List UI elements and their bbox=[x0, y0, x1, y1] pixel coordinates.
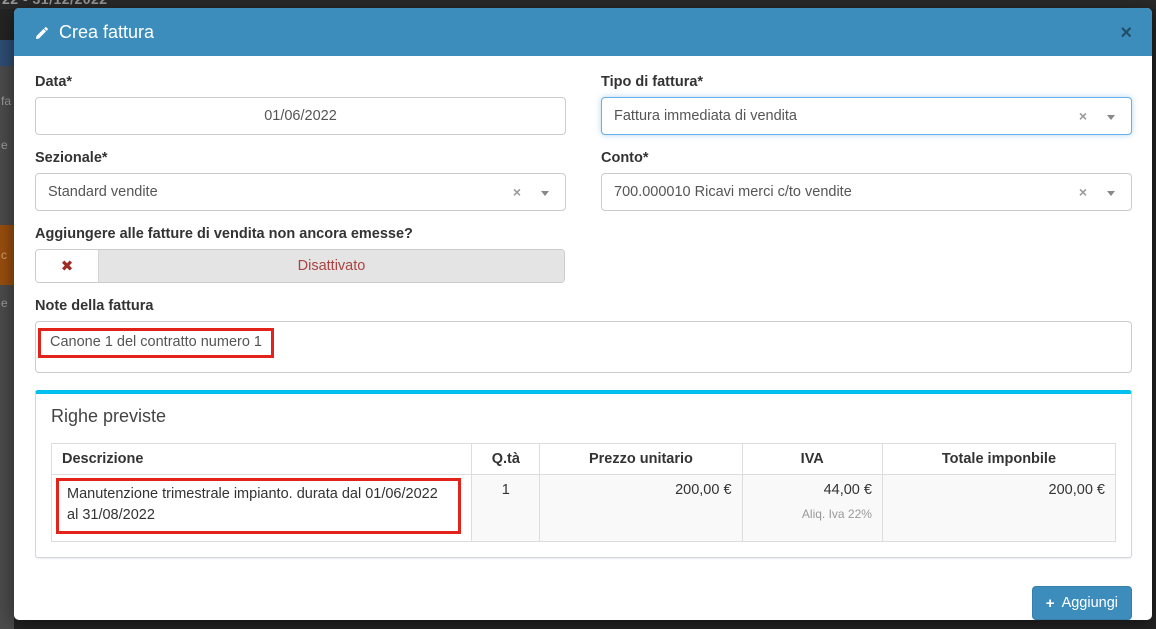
background-text-fragment: e bbox=[1, 296, 8, 310]
form-row-2: Sezionale* Standard vendite × Conto* 700… bbox=[35, 150, 1132, 211]
righe-previste-body: Descrizione Q.tà Prezzo unitario IVA Tot… bbox=[36, 437, 1131, 557]
conto-label: Conto* bbox=[601, 150, 1132, 166]
background-date-range-text: 22 - 31/12/2022 bbox=[2, 0, 108, 7]
tipo-fattura-select[interactable]: Fattura immediata di vendita × bbox=[601, 97, 1132, 135]
background-text-fragment: fa bbox=[1, 94, 11, 108]
note-fattura-textarea[interactable]: Canone 1 del contratto numero 1 bbox=[35, 321, 1132, 373]
modal-title: Crea fattura bbox=[34, 22, 154, 43]
chevron-down-icon bbox=[541, 191, 549, 196]
sezionale-value: Standard vendite bbox=[48, 184, 158, 200]
background-text-fragment: c bbox=[1, 248, 7, 262]
aggiungi-button[interactable]: + Aggiungi bbox=[1032, 586, 1132, 620]
chevron-down-icon bbox=[1107, 115, 1115, 120]
field-data: Data* 01/06/2022 bbox=[35, 74, 566, 135]
form-row-1: Data* 01/06/2022 Tipo di fattura* Fattur… bbox=[35, 74, 1132, 135]
background-page-fragment bbox=[0, 40, 14, 66]
col-header-descrizione: Descrizione bbox=[52, 444, 472, 475]
data-input[interactable]: 01/06/2022 bbox=[35, 97, 566, 135]
tipo-fattura-label: Tipo di fattura* bbox=[601, 74, 1132, 90]
conto-value: 700.000010 Ricavi merci c/to vendite bbox=[614, 184, 852, 200]
col-header-qta: Q.tà bbox=[472, 444, 540, 475]
cell-totale-imponibile: 200,00 € bbox=[882, 475, 1115, 542]
note-fattura-value: Canone 1 del contratto numero 1 bbox=[50, 334, 262, 350]
cell-qta: 1 bbox=[472, 475, 540, 542]
cell-iva: 44,00 € Aliq. Iva 22% bbox=[742, 475, 882, 542]
cell-descrizione: Manutenzione trimestrale impianto. durat… bbox=[52, 475, 472, 542]
data-label: Data* bbox=[35, 74, 566, 90]
clear-selection-icon[interactable]: × bbox=[1079, 98, 1087, 134]
field-note-fattura: Note della fattura Canone 1 del contratt… bbox=[35, 298, 1132, 373]
field-tipo-fattura: Tipo di fattura* Fattura immediata di ve… bbox=[601, 74, 1132, 135]
red-highlight-box: Canone 1 del contratto numero 1 bbox=[38, 328, 274, 358]
table-row: Manutenzione trimestrale impianto. durat… bbox=[52, 475, 1116, 542]
clear-selection-icon[interactable]: × bbox=[513, 174, 521, 210]
righe-previste-title: Righe previste bbox=[36, 394, 1131, 437]
col-header-prezzo-unitario: Prezzo unitario bbox=[540, 444, 742, 475]
toggle-off-x-icon[interactable]: ✖ bbox=[36, 250, 99, 282]
aggiungere-emesse-label: Aggiungere alle fatture di vendita non a… bbox=[35, 226, 1132, 242]
toggle-state-label: Disattivato bbox=[99, 250, 564, 282]
aggiungere-emesse-toggle[interactable]: ✖ Disattivato bbox=[35, 249, 565, 283]
iva-aliquota: Aliq. Iva 22% bbox=[753, 507, 872, 521]
sezionale-label: Sezionale* bbox=[35, 150, 566, 166]
close-icon[interactable]: × bbox=[1118, 23, 1134, 43]
col-header-iva: IVA bbox=[742, 444, 882, 475]
red-highlight-box: Manutenzione trimestrale impianto. durat… bbox=[56, 478, 461, 534]
cell-prezzo-unitario: 200,00 € bbox=[540, 475, 742, 542]
field-sezionale: Sezionale* Standard vendite × bbox=[35, 150, 566, 211]
background-text-fragment: e bbox=[1, 138, 8, 152]
iva-amount: 44,00 € bbox=[753, 482, 872, 498]
crea-fattura-modal: Crea fattura × Data* 01/06/2022 Tipo di … bbox=[14, 8, 1152, 620]
modal-footer: + Aggiungi bbox=[14, 570, 1152, 620]
plus-icon: + bbox=[1046, 596, 1055, 611]
note-fattura-label: Note della fattura bbox=[35, 298, 1132, 314]
righe-previste-panel: Righe previste Descrizione Q.tà Prezzo u… bbox=[35, 390, 1132, 558]
modal-title-text: Crea fattura bbox=[59, 22, 154, 43]
sezionale-select[interactable]: Standard vendite × bbox=[35, 173, 566, 211]
modal-header: Crea fattura × bbox=[14, 8, 1152, 56]
col-header-totale-imponbile: Totale imponbile bbox=[882, 444, 1115, 475]
descrizione-value: Manutenzione trimestrale impianto. durat… bbox=[67, 486, 438, 523]
chevron-down-icon bbox=[1107, 191, 1115, 196]
pencil-icon bbox=[34, 25, 50, 41]
tipo-fattura-value: Fattura immediata di vendita bbox=[614, 108, 797, 124]
aggiungi-button-label: Aggiungi bbox=[1062, 595, 1118, 611]
data-value: 01/06/2022 bbox=[264, 108, 337, 124]
righe-previste-table: Descrizione Q.tà Prezzo unitario IVA Tot… bbox=[51, 443, 1116, 542]
field-aggiungere-emesse: Aggiungere alle fatture di vendita non a… bbox=[35, 226, 1132, 283]
modal-body: Data* 01/06/2022 Tipo di fattura* Fattur… bbox=[14, 56, 1152, 570]
conto-select[interactable]: 700.000010 Ricavi merci c/to vendite × bbox=[601, 173, 1132, 211]
table-header-row: Descrizione Q.tà Prezzo unitario IVA Tot… bbox=[52, 444, 1116, 475]
clear-selection-icon[interactable]: × bbox=[1079, 174, 1087, 210]
field-conto: Conto* 700.000010 Ricavi merci c/to vend… bbox=[601, 150, 1132, 211]
